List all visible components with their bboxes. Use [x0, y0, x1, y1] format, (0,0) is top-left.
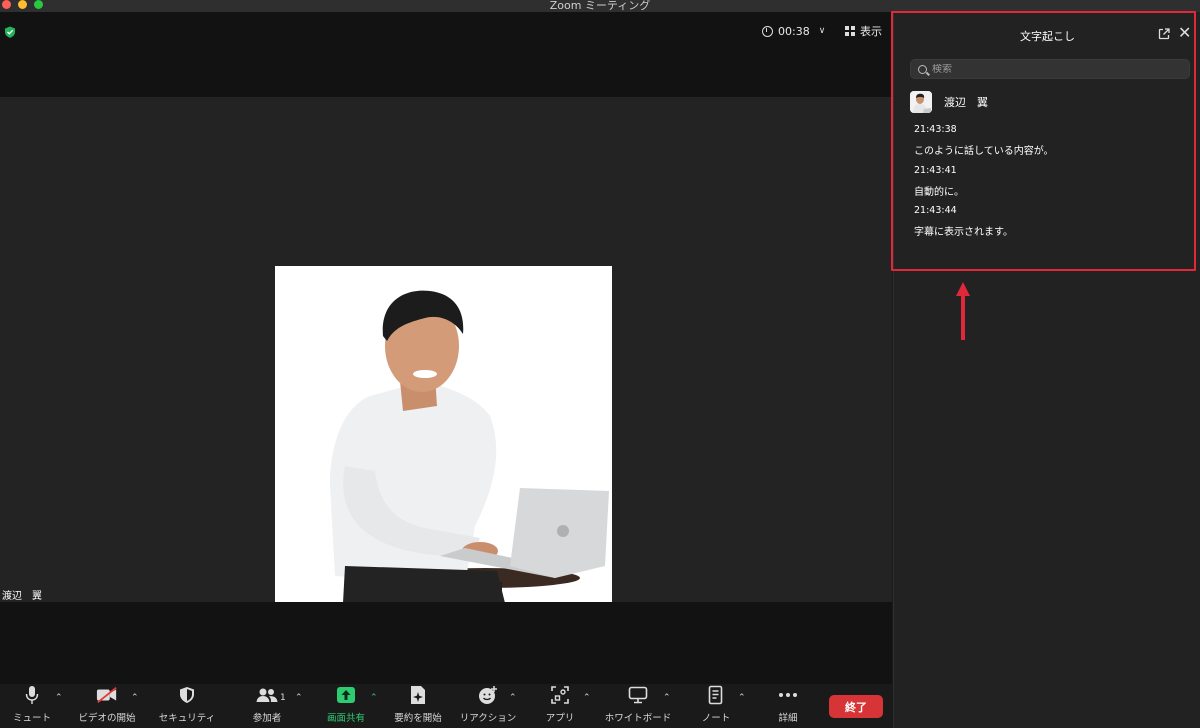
zoom-window: Zoom ミーティング 00:38 ∨ 表示 渡辺 翼 ミュート ⌃ ビデオの開… — [0, 0, 1200, 728]
participants-icon — [256, 684, 278, 706]
end-meeting-button[interactable]: 終了 — [829, 695, 883, 718]
entry-timestamp: 21:43:41 — [914, 165, 957, 176]
microphone-icon — [21, 684, 43, 706]
mute-options-caret-icon[interactable]: ⌃ — [55, 693, 63, 703]
entry-timestamp: 21:43:38 — [914, 124, 957, 135]
grid-view-icon — [845, 26, 855, 36]
participants-button[interactable]: 参加者 — [245, 684, 289, 728]
transcript-entry: 21:43:38 このように話している内容が。 — [914, 124, 1054, 157]
share-screen-button[interactable]: 画面共有 — [324, 684, 368, 728]
apps-button[interactable]: アプリ — [538, 684, 582, 728]
more-label: 詳細 — [778, 713, 798, 724]
meeting-toolbar: ミュート ⌃ ビデオの開始 ⌃ セキュリティ 参加者 1 ⌃ 画面共有 ⌃ 要約… — [0, 684, 892, 728]
security-label: セキュリティ — [158, 713, 216, 724]
participants-count: 1 — [280, 693, 286, 703]
reactions-label: リアクション — [459, 713, 517, 724]
shield-icon — [176, 684, 198, 706]
participant-profile-photo — [275, 266, 612, 603]
timer-value: 00:38 — [778, 24, 810, 38]
whiteboard-icon — [627, 684, 649, 706]
smiley-add-icon — [477, 684, 499, 706]
notes-options-caret-icon[interactable]: ⌃ — [738, 693, 746, 703]
apps-icon — [549, 684, 571, 706]
speaker-header: 渡辺 翼 — [910, 91, 988, 113]
apps-options-caret-icon[interactable]: ⌃ — [583, 693, 591, 703]
entry-text: このように話している内容が。 — [914, 146, 1054, 157]
start-summary-label: 要約を開始 — [394, 713, 442, 724]
transcript-panel: 文字起こし ✕ 渡辺 翼 21:43:38 このように話している内容が。 21:… — [893, 12, 1200, 728]
entry-text: 自動的に。 — [914, 187, 964, 198]
shield-check-icon[interactable] — [4, 26, 16, 38]
view-label: 表示 — [860, 25, 882, 38]
whiteboard-options-caret-icon[interactable]: ⌃ — [663, 693, 671, 703]
participants-options-caret-icon[interactable]: ⌃ — [295, 693, 303, 703]
panel-title: 文字起こし — [1020, 30, 1075, 43]
more-dots-icon — [777, 684, 799, 706]
notes-label: ノート — [701, 713, 731, 724]
video-off-icon — [96, 684, 118, 706]
start-summary-button[interactable]: 要約を開始 — [391, 684, 445, 728]
entry-text: 字幕に表示されます。 — [914, 227, 1013, 238]
annotation-arrow-icon — [956, 282, 970, 340]
participants-label: 参加者 — [252, 713, 282, 724]
more-button[interactable]: 詳細 — [766, 684, 810, 728]
search-input[interactable] — [932, 63, 1172, 75]
notes-button[interactable]: ノート — [694, 684, 738, 728]
share-screen-icon — [335, 684, 357, 706]
participant-name-label: 渡辺 翼 — [2, 591, 42, 602]
clock-icon — [762, 25, 773, 37]
share-options-caret-icon[interactable]: ⌃ — [370, 693, 378, 703]
apps-label: アプリ — [545, 713, 575, 724]
transcript-search[interactable] — [910, 59, 1190, 79]
video-options-caret-icon[interactable]: ⌃ — [131, 693, 139, 703]
close-icon[interactable]: ✕ — [1178, 25, 1191, 41]
avatar — [910, 91, 932, 113]
popout-icon[interactable] — [1158, 28, 1170, 40]
speaker-name: 渡辺 翼 — [944, 96, 988, 109]
video-area — [0, 97, 892, 603]
summary-sparkle-icon — [407, 684, 429, 706]
notes-icon — [705, 684, 727, 706]
view-button[interactable]: 表示 — [845, 21, 882, 41]
whiteboard-label: ホワイトボード — [604, 713, 672, 724]
security-button[interactable]: セキュリティ — [156, 684, 218, 728]
bottom-strip — [0, 602, 892, 684]
reactions-button[interactable]: リアクション — [458, 684, 518, 728]
chevron-down-icon: ∨ — [818, 26, 826, 36]
mute-button[interactable]: ミュート — [10, 684, 54, 728]
meeting-timer[interactable]: 00:38 ∨ — [762, 21, 825, 41]
meeting-stage: 00:38 ∨ 表示 渡辺 翼 — [0, 12, 892, 684]
whiteboard-button[interactable]: ホワイトボード — [603, 684, 673, 728]
mute-label: ミュート — [12, 713, 51, 724]
transcript-entry: 21:43:44 字幕に表示されます。 — [914, 205, 1013, 238]
search-icon — [918, 64, 927, 74]
title-bar: Zoom ミーティング — [0, 0, 1200, 12]
reactions-options-caret-icon[interactable]: ⌃ — [509, 693, 517, 703]
share-screen-label: 画面共有 — [326, 713, 365, 724]
start-video-button[interactable]: ビデオの開始 — [76, 684, 138, 728]
start-video-label: ビデオの開始 — [78, 713, 136, 724]
entry-timestamp: 21:43:44 — [914, 205, 957, 216]
top-strip: 00:38 ∨ 表示 — [0, 12, 892, 97]
transcript-entry: 21:43:41 自動的に。 — [914, 165, 964, 198]
